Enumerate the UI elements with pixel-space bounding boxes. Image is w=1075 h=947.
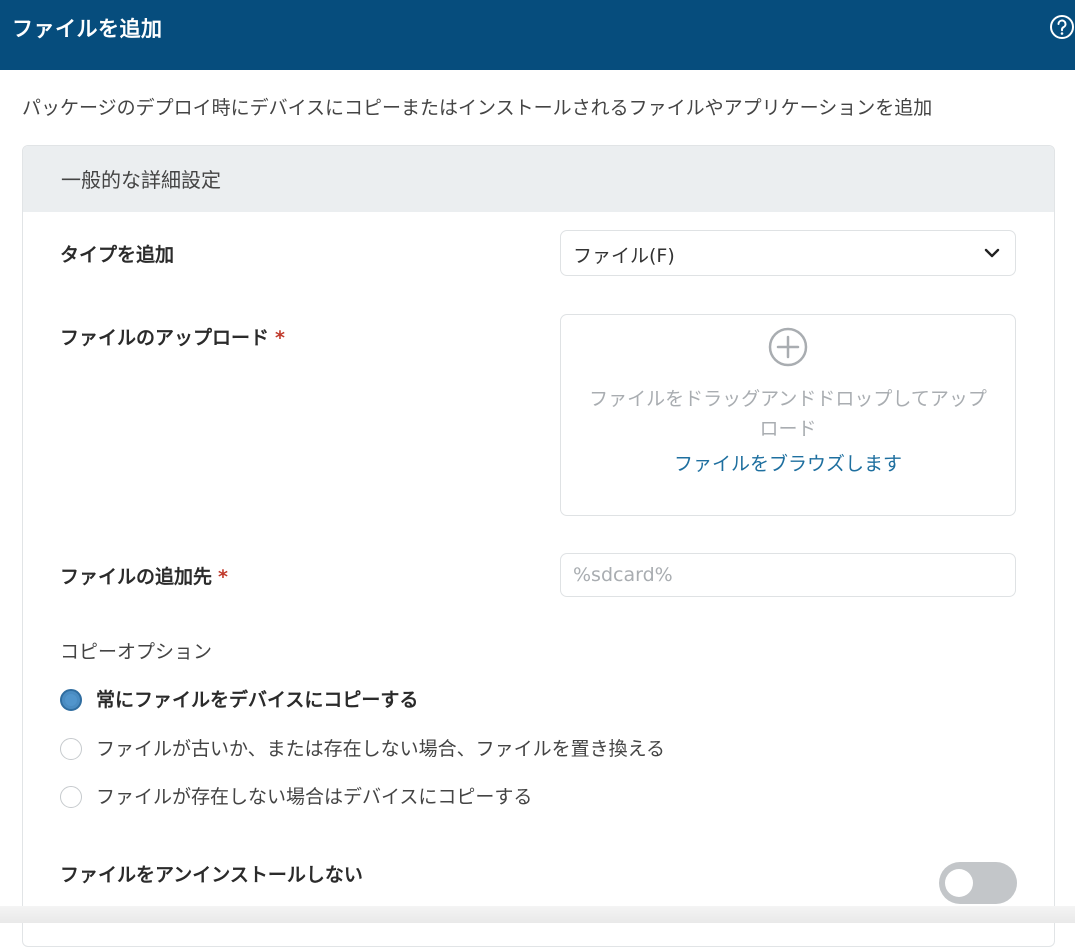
dialog-title: ファイルを追加 — [12, 17, 163, 41]
file-dropzone[interactable]: ファイルをドラッグアンドドロップしてアップ ロード ファイルをブラウズします — [560, 314, 1016, 516]
type-select[interactable]: ファイル(F) — [560, 230, 1016, 276]
no-uninstall-label: ファイルをアンインストールしない — [60, 864, 363, 886]
panel-title: 一般的な詳細設定 — [61, 168, 221, 192]
panel-header: 一般的な詳細設定 — [23, 146, 1054, 212]
plus-circle-icon[interactable] — [767, 326, 809, 368]
dialog-description: パッケージのデプロイ時にデバイスにコピーまたはインストールされるファイルやアプリ… — [22, 97, 933, 119]
dialog-header: ファイルを追加 — [0, 0, 1075, 70]
radio-label: 常にファイルをデバイスにコピーする — [96, 689, 419, 711]
destination-input[interactable] — [560, 553, 1016, 597]
radio-label: ファイルが存在しない場合はデバイスにコピーする — [96, 786, 533, 808]
copy-options-label: コピーオプション — [60, 641, 213, 663]
required-mark: * — [275, 327, 285, 349]
radio-label: ファイルが古いか、または存在しない場合、ファイルを置き換える — [96, 738, 666, 760]
chevron-down-icon — [984, 248, 1000, 258]
radio-if-missing[interactable] — [60, 786, 82, 808]
toggle-knob — [945, 869, 973, 897]
required-mark: * — [218, 566, 228, 588]
upload-label: ファイルのアップロード * — [60, 323, 285, 350]
destination-label: ファイルの追加先 * — [60, 562, 228, 589]
type-label: タイプを追加 — [60, 244, 175, 266]
upload-label-text: ファイルのアップロード — [60, 327, 270, 349]
bottom-shadow — [0, 906, 1075, 923]
radio-always-copy[interactable] — [60, 689, 82, 711]
dropzone-text: ファイルをドラッグアンドドロップしてアップ ロード — [561, 381, 1015, 447]
radio-replace-old[interactable] — [60, 738, 82, 760]
no-uninstall-toggle[interactable] — [939, 862, 1017, 904]
browse-files-link[interactable]: ファイルをブラウズします — [561, 449, 1015, 476]
question-circle-icon[interactable] — [1049, 14, 1075, 40]
type-select-value: ファイル(F) — [573, 245, 675, 267]
destination-label-text: ファイルの追加先 — [60, 566, 213, 588]
